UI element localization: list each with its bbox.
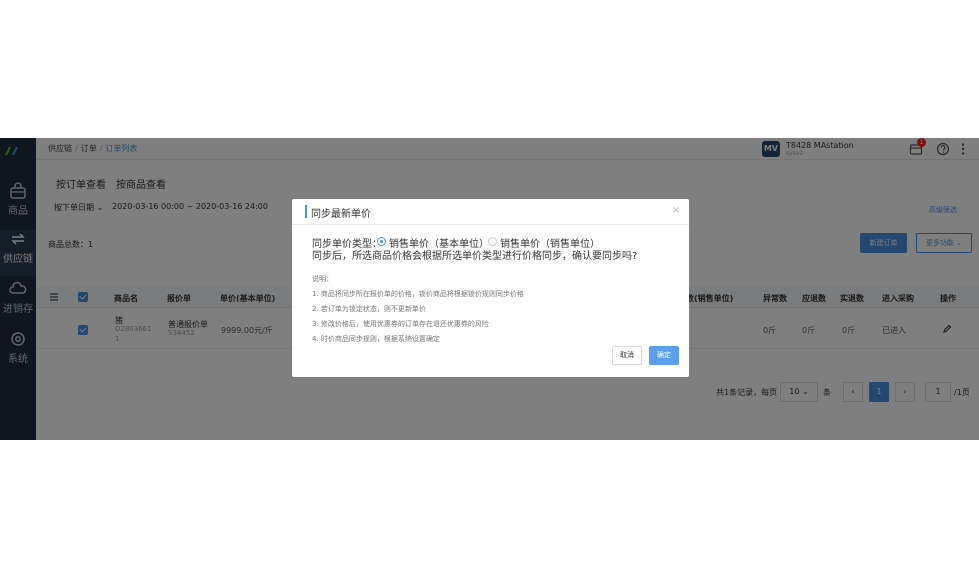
notes-title: 说明：: [312, 275, 333, 283]
close-icon[interactable]: ×: [672, 205, 680, 216]
note-item: 3. 修改价格后，使用优惠券的订单存在退还优惠券的风险: [312, 320, 489, 328]
dialog-header: 同步最新单价 ×: [292, 199, 689, 225]
radio-sales-unit[interactable]: [488, 237, 497, 246]
radio-base-unit[interactable]: [377, 237, 386, 246]
confirm-text: 同步后，所选商品价格会根据所选单价类型进行价格同步，确认要同步吗?: [312, 251, 638, 262]
confirm-button[interactable]: 确定: [649, 346, 679, 365]
note-item: 1. 商品将同步所在报价单的价格，锁价商品将根据锁价规则同步价格: [312, 290, 524, 298]
cancel-button[interactable]: 取消: [612, 346, 642, 365]
note-item: 2. 若订单为锁定状态，则不更新单价: [312, 305, 426, 313]
sync-price-dialog: 同步最新单价 × 同步单价类型： 销售单价（基本单位） 销售单价（销售单位） 同…: [292, 199, 689, 377]
title-accent-bar: [305, 205, 307, 218]
app-window: 商品 供应链 进销存 系统 供应链/订单/订单列表: [0, 138, 979, 440]
note-item: 4. 时价商品同步规则，根据系统设置确定: [312, 335, 440, 343]
dialog-title: 同步最新单价: [311, 209, 371, 220]
